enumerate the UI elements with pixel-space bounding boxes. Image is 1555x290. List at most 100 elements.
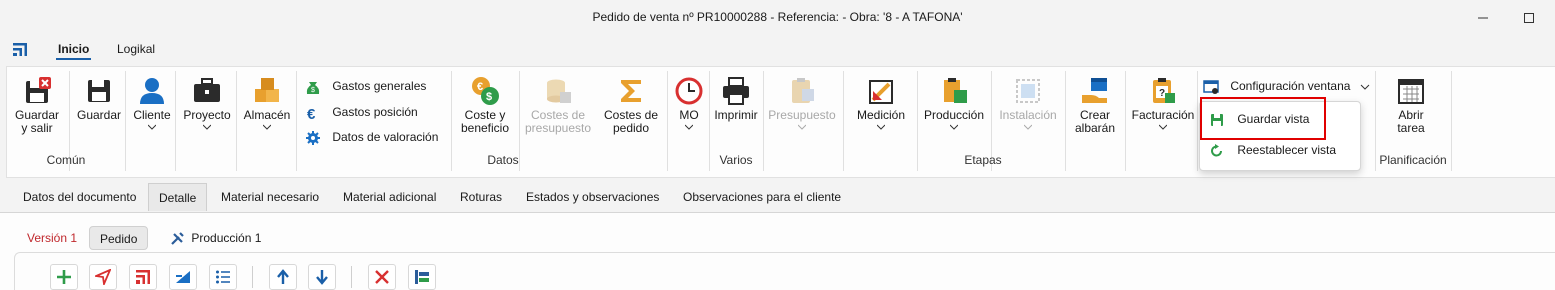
chevron-down-icon [950, 124, 958, 130]
costes-pedido-button[interactable]: Costes de pedido [599, 75, 663, 135]
save-icon [88, 80, 110, 102]
tools-icon [171, 232, 184, 245]
proyecto-button[interactable]: Proyecto [179, 75, 235, 130]
tab-inicio[interactable]: Inicio [58, 42, 89, 56]
group-label-varios: Varios [719, 153, 753, 167]
gastos-generales-button[interactable]: $ Gastos generales [305, 79, 426, 95]
svg-text:?: ? [1159, 88, 1165, 99]
move-down-button[interactable] [308, 264, 336, 290]
boxes-icon [255, 78, 279, 102]
coste-beneficio-button[interactable]: € $ Coste y beneficio [455, 75, 515, 135]
datos-valoracion-label: Datos de valoración [332, 130, 439, 145]
chart-button[interactable] [169, 264, 197, 290]
euro-icon: € [307, 106, 316, 123]
gears-icon [306, 131, 320, 145]
window-title: Pedido de venta nº PR10000288 - Referenc… [592, 10, 963, 24]
facturacion-label: Facturación [1131, 108, 1195, 122]
install-icon [1016, 79, 1040, 103]
tab-material-adicional[interactable]: Material adicional [333, 183, 446, 211]
facturacion-button[interactable]: ? Facturación [1127, 75, 1199, 130]
crear-albaran-button[interactable]: Crear albarán [1067, 75, 1123, 135]
tab-estados-observaciones[interactable]: Estados y observaciones [516, 183, 669, 211]
mo-button[interactable]: MO [669, 75, 709, 130]
svg-text:€: € [477, 81, 483, 93]
minimize-button[interactable] [1472, 8, 1494, 28]
guardar-salir-button[interactable]: Guardar y salir [11, 75, 63, 135]
configuracion-ventana-button[interactable]: Configuración ventana [1203, 79, 1370, 95]
version-button[interactable]: Versión 1 [17, 226, 87, 250]
chevron-down-icon [685, 124, 693, 130]
arrow-down-icon [316, 270, 328, 285]
chevron-down-icon [148, 124, 156, 130]
produccion-version-button[interactable]: Producción 1 [160, 226, 271, 250]
medicion-button[interactable]: Medición [849, 75, 913, 130]
datos-valoracion-button[interactable]: Datos de valoración [305, 130, 438, 146]
svg-text:$: $ [486, 91, 492, 103]
delivery-icon [1082, 78, 1107, 103]
guardar-button[interactable]: Guardar [73, 75, 125, 122]
briefcase-icon [194, 78, 220, 102]
cliente-label: Cliente [133, 108, 171, 122]
move-up-button[interactable] [269, 264, 297, 290]
measure-icon [869, 80, 893, 104]
tab-roturas[interactable]: Roturas [450, 183, 512, 211]
abrir-tarea-button[interactable]: Abrir tarea [1383, 75, 1439, 135]
crear-albaran-label: Crear albarán [1074, 108, 1116, 135]
reestablecer-vista-item[interactable]: Reestablecer vista [1210, 143, 1336, 158]
tab-material-necesario[interactable]: Material necesario [211, 183, 329, 211]
produccion-button[interactable]: Producción [919, 75, 989, 130]
printer-icon [723, 77, 749, 105]
imprimir-button[interactable]: Imprimir [711, 75, 761, 122]
chevron-down-icon [798, 124, 806, 130]
highlight-box [1200, 97, 1326, 140]
costes-presupuesto-label: Costes de presupuesto [524, 108, 592, 135]
layout-icon [415, 270, 429, 284]
delete-button[interactable] [368, 264, 396, 290]
pedido-button[interactable]: Pedido [89, 226, 149, 250]
guardar-label: Guardar [76, 108, 122, 122]
send-button[interactable] [89, 264, 117, 290]
svg-text:€: € [307, 106, 316, 121]
costes-pedido-label: Costes de pedido [603, 108, 659, 135]
svg-text:$: $ [311, 87, 315, 94]
app-logo-icon [13, 43, 27, 56]
medicion-label: Medición [856, 108, 906, 122]
almacen-button[interactable]: Almacén [240, 75, 294, 130]
title-bar: Pedido de venta nº PR10000288 - Referenc… [0, 0, 1555, 36]
gastos-posicion-button[interactable]: € Gastos posición [305, 105, 418, 123]
imprimir-label: Imprimir [714, 108, 758, 122]
invoice-icon: ? [1153, 78, 1175, 103]
group-label-comun: Común [46, 153, 86, 167]
configuracion-ventana-label: Configuración ventana [1230, 79, 1351, 94]
calendar-icon [1398, 79, 1424, 104]
chevron-down-icon [203, 124, 211, 130]
add-button[interactable] [50, 264, 78, 290]
tab-detalle[interactable]: Detalle [148, 183, 208, 211]
navigate-icon [95, 269, 111, 285]
tab-logikal[interactable]: Logikal [117, 42, 155, 56]
menu-bar: Inicio Logikal [0, 36, 1555, 64]
guardar-salir-label: Guardar y salir [14, 108, 60, 135]
group-label-etapas: Etapas [964, 153, 1002, 167]
presupuesto-button[interactable]: Presupuesto [765, 75, 839, 130]
produccion-label: Producción [923, 108, 985, 122]
tab-datos-documento[interactable]: Datos del documento [13, 183, 146, 211]
tab-observaciones-cliente[interactable]: Observaciones para el cliente [673, 183, 851, 211]
save-exit-icon [26, 77, 51, 103]
coste-beneficio-label: Coste y beneficio [460, 108, 510, 135]
plus-icon [57, 270, 71, 284]
logikal-button[interactable] [129, 264, 157, 290]
chart-icon [176, 271, 190, 283]
document-tabs: Datos del documento Detalle Material nec… [0, 182, 1555, 212]
instalacion-button[interactable]: Instalación [993, 75, 1063, 130]
produccion-version-label: Producción 1 [191, 231, 262, 245]
layout-button[interactable] [408, 264, 436, 290]
list-icon [216, 270, 230, 284]
chevron-down-icon [1360, 84, 1370, 90]
costes-presupuesto-button[interactable]: Costes de presupuesto [522, 75, 594, 135]
cliente-button[interactable]: Cliente [129, 75, 175, 130]
maximize-button[interactable] [1518, 8, 1540, 28]
sigma-icon [621, 80, 641, 102]
list-button[interactable] [209, 264, 237, 290]
user-icon [140, 78, 164, 104]
